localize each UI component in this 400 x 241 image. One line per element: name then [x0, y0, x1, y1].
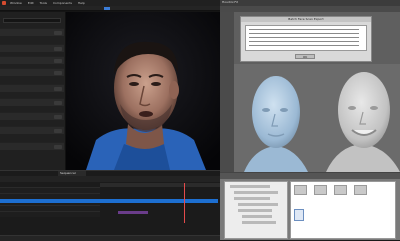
folder-icon[interactable] [294, 185, 307, 195]
animation-clip[interactable] [100, 199, 218, 203]
property-row[interactable] [0, 44, 64, 52]
right-application-window: Houdini FX Batch Face Scan Export OK [220, 0, 400, 240]
property-row[interactable] [0, 56, 64, 64]
timeline-panel: Sequencer [0, 170, 220, 241]
right-toolbar [220, 6, 400, 12]
folder-icon[interactable] [334, 185, 347, 195]
app-logo-icon [2, 1, 6, 5]
folder-icon[interactable] [314, 185, 327, 195]
play-icon[interactable] [104, 7, 110, 10]
tree-item[interactable] [234, 191, 278, 194]
main-viewport[interactable] [66, 12, 220, 170]
left-toolbar [0, 6, 220, 11]
properties-panel [0, 12, 66, 170]
search-input[interactable] [3, 18, 61, 23]
tree-item[interactable] [242, 221, 276, 224]
file-list-line [249, 41, 359, 42]
menu-item[interactable]: Tools [40, 1, 47, 5]
scan-viewport[interactable] [234, 64, 400, 172]
face-scan-models [244, 72, 400, 172]
face-render-image [66, 12, 220, 170]
dialog-title: Batch Face Scan Export [241, 17, 371, 22]
file-browser-panel [220, 172, 400, 240]
file-list-line [249, 37, 359, 38]
tree-item[interactable] [242, 215, 272, 218]
file-list-line [249, 33, 359, 34]
file-list-line [249, 45, 359, 46]
left-application-window: Window Edit Tools Components Help Perspe… [0, 0, 220, 241]
export-dialog: Batch Face Scan Export OK [240, 16, 372, 62]
property-row[interactable] [0, 84, 64, 92]
status-bar [0, 235, 220, 241]
property-row[interactable] [0, 142, 64, 150]
selected-track-bar[interactable] [0, 199, 100, 203]
file-list-line [249, 29, 359, 30]
keyframe-range[interactable] [118, 211, 148, 214]
tree-item[interactable] [238, 209, 272, 212]
menu-item[interactable]: Help [78, 1, 85, 5]
property-row[interactable] [0, 126, 64, 134]
tree-item[interactable] [230, 185, 270, 188]
timeline-track[interactable] [0, 211, 100, 217]
tree-item[interactable] [234, 197, 270, 200]
property-row[interactable] [0, 28, 64, 36]
menu-item[interactable]: Window [10, 1, 22, 5]
file-icon[interactable] [294, 209, 304, 221]
property-row[interactable] [0, 68, 64, 76]
property-row[interactable] [0, 98, 64, 106]
tree-item[interactable] [238, 203, 278, 206]
dialog-ok-button[interactable]: OK [295, 54, 315, 59]
playhead-marker[interactable] [184, 183, 185, 223]
folder-icon[interactable] [354, 185, 367, 195]
timeline-ruler [100, 183, 220, 187]
property-row[interactable] [0, 112, 64, 120]
menu-item[interactable]: Edit [28, 1, 34, 5]
browser-toolbar [220, 173, 400, 179]
right-side-toolbar [220, 12, 234, 172]
timeline-toolbar [0, 176, 220, 182]
menu-item[interactable]: Components [53, 1, 72, 5]
